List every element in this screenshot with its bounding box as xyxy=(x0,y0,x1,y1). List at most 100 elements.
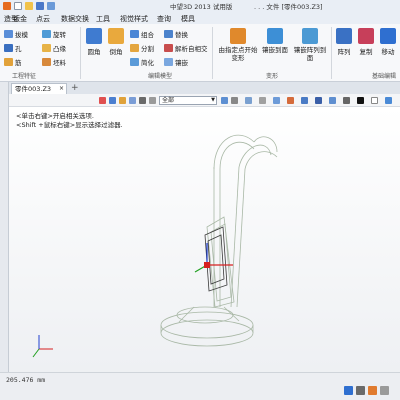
title-bar: 中望3D 2013 试用版 . . . 文件 [零件003.Z3] xyxy=(0,0,400,12)
copy-button[interactable]: 复制 xyxy=(356,28,376,56)
group-label-basic: 基础编辑 xyxy=(372,73,397,80)
axis-triad xyxy=(32,335,53,358)
status-wire-icon[interactable] xyxy=(356,386,365,395)
hole-icon xyxy=(4,44,13,52)
render-icon[interactable] xyxy=(385,97,392,104)
ribbon: 拔模 孔 筋 旋转 凸缘 坯料 工程特征 圆角 倒角 组合 分割 简化 替换 解… xyxy=(0,24,400,82)
revolve-icon xyxy=(42,30,51,38)
hole-button[interactable]: 孔 xyxy=(4,43,22,53)
status-shade-icon[interactable] xyxy=(344,386,353,395)
draft-icon xyxy=(4,30,13,38)
open-file-icon[interactable] xyxy=(25,2,33,10)
split-icon xyxy=(130,44,139,52)
snap-icon[interactable] xyxy=(231,97,238,104)
emboss-pattern-icon xyxy=(302,28,318,44)
menu-sheetmetal[interactable]: 钣金 xyxy=(13,14,27,24)
color-swatch-icon[interactable] xyxy=(357,97,364,104)
add-tab-button[interactable]: + xyxy=(71,83,79,93)
group-label-deform: 变形 xyxy=(266,73,279,80)
flange-icon xyxy=(42,44,51,52)
menu-pointcloud[interactable]: 点云 xyxy=(36,14,50,24)
pattern-button[interactable]: 阵列 xyxy=(334,28,354,56)
emboss-button[interactable]: 镶嵌 xyxy=(164,57,188,67)
group-label-edit: 编辑模型 xyxy=(148,73,173,80)
deform-point-icon xyxy=(230,28,246,44)
pattern-icon xyxy=(336,28,352,44)
section-icon[interactable] xyxy=(329,97,336,104)
combine-icon xyxy=(130,30,139,38)
wireframe-model[interactable] xyxy=(9,107,400,372)
close-tab-icon[interactable]: × xyxy=(59,84,64,94)
chamfer-button[interactable]: 倒角 xyxy=(106,28,126,56)
menu-data-exchange[interactable]: 数据交换 xyxy=(61,14,89,24)
move-button[interactable]: 移动 xyxy=(378,28,398,56)
copy-icon xyxy=(358,28,374,44)
group-separator xyxy=(331,27,332,79)
zoom-icon[interactable] xyxy=(273,97,280,104)
flange-button[interactable]: 凸缘 xyxy=(42,43,66,53)
document-tab-bar: 零件003.Z3 × + xyxy=(9,82,400,94)
sketch-icon[interactable] xyxy=(109,97,116,104)
emboss-face-icon xyxy=(267,28,283,44)
replace-button[interactable]: 替换 xyxy=(164,29,188,39)
view-icon[interactable] xyxy=(99,97,106,104)
view-toolbar: 全部 ▼ xyxy=(9,94,400,107)
status-bar: 205.476 mm xyxy=(0,372,400,400)
blank-icon xyxy=(42,58,51,66)
fillet-button[interactable]: 圆角 xyxy=(84,28,104,56)
emboss-pattern-to-face-button[interactable]: 镶嵌阵列到面 xyxy=(292,28,328,62)
rib-button[interactable]: 筋 xyxy=(4,57,22,67)
menu-bar: 造型 钣金 点云 数据交换 工具 视觉样式 查询 模具 xyxy=(0,12,400,24)
group-separator xyxy=(212,27,213,79)
pick-icon[interactable] xyxy=(221,97,228,104)
select-icon[interactable] xyxy=(139,97,146,104)
simplify-icon xyxy=(130,58,139,66)
tab-part003[interactable]: 零件003.Z3 × xyxy=(11,83,67,94)
menu-visual-style[interactable]: 视觉样式 xyxy=(120,14,148,24)
box-icon[interactable] xyxy=(343,97,350,104)
fillet-icon xyxy=(86,28,102,44)
window-title: 中望3D 2013 试用版 xyxy=(170,3,233,11)
fit-view-icon[interactable] xyxy=(287,97,294,104)
file-title: . . . 文件 [零件003.Z3] xyxy=(254,3,323,11)
blank-button[interactable]: 坯料 xyxy=(42,57,66,67)
menu-tools[interactable]: 工具 xyxy=(96,14,110,24)
shade-icon[interactable] xyxy=(315,97,322,104)
chamfer-icon xyxy=(108,28,124,44)
move-icon xyxy=(380,28,396,44)
save-file-icon[interactable] xyxy=(36,2,44,10)
shape-icon[interactable] xyxy=(129,97,136,104)
replace-icon xyxy=(164,30,173,38)
chevron-down-icon: ▼ xyxy=(211,97,215,103)
left-side-panel[interactable] xyxy=(0,82,9,400)
emboss-icon xyxy=(164,58,173,66)
selection-filter-select[interactable]: 全部 ▼ xyxy=(159,96,217,105)
simplify-button[interactable]: 简化 xyxy=(130,57,154,67)
status-color-icon[interactable] xyxy=(368,386,377,395)
split-button[interactable]: 分割 xyxy=(130,43,154,53)
status-settings-icon[interactable] xyxy=(380,386,389,395)
3d-viewport[interactable]: <单击右键>开启相关选项. <Shift +鼠标右键>显示选择过滤器. xyxy=(9,107,400,372)
menu-query[interactable]: 查询 xyxy=(157,14,171,24)
rotate-icon[interactable] xyxy=(245,97,252,104)
draft-button[interactable]: 拔模 xyxy=(4,29,28,39)
pan-icon[interactable] xyxy=(259,97,266,104)
emboss-to-face-button[interactable]: 镶嵌到面 xyxy=(260,28,290,54)
resolve-self-intersect-button[interactable]: 解析自相交 xyxy=(164,43,208,53)
background-icon[interactable] xyxy=(371,97,378,104)
undo-icon[interactable] xyxy=(47,2,55,10)
group-separator xyxy=(80,27,81,79)
display-mode-icon[interactable] xyxy=(301,97,308,104)
app-logo-icon xyxy=(3,2,11,10)
new-file-icon[interactable] xyxy=(14,2,22,10)
resolve-intersect-icon xyxy=(164,44,173,52)
coordinate-readout: 205.476 mm xyxy=(6,376,46,384)
filter-icon[interactable] xyxy=(149,97,156,104)
rib-icon xyxy=(4,58,13,66)
pencil-icon[interactable] xyxy=(119,97,126,104)
deform-from-point-button[interactable]: 由指定点开始变形 xyxy=(218,28,258,62)
menu-mold[interactable]: 模具 xyxy=(181,14,195,24)
revolve-button[interactable]: 旋转 xyxy=(42,29,66,39)
combine-button[interactable]: 组合 xyxy=(130,29,154,39)
group-label-feature: 工程特征 xyxy=(12,73,37,80)
